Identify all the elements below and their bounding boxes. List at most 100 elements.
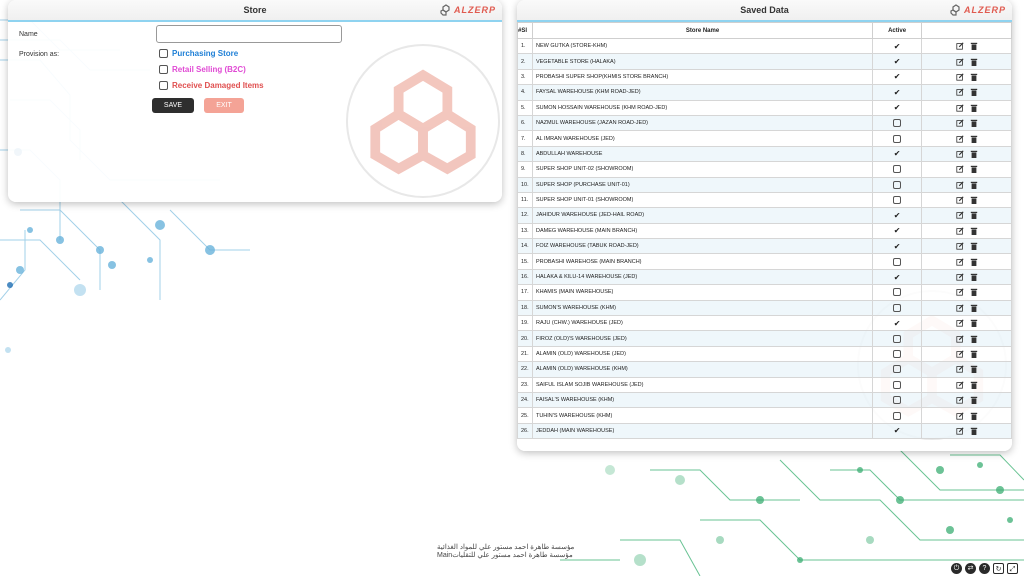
edit-icon[interactable] [955,181,964,189]
edit-icon[interactable] [955,396,964,404]
inactive-checkbox[interactable] [893,288,902,297]
row-active[interactable] [872,299,923,317]
edit-icon[interactable] [955,427,964,435]
row-active[interactable] [872,330,923,347]
row-active[interactable] [872,114,923,132]
active-check-icon[interactable]: ✔ [894,72,901,81]
exit-button[interactable]: EXIT [204,98,244,113]
delete-icon[interactable] [970,335,978,343]
delete-icon[interactable] [970,381,978,389]
delete-icon[interactable] [970,181,978,189]
delete-icon[interactable] [970,135,978,143]
row-active[interactable] [872,391,923,409]
delete-icon[interactable] [970,412,978,420]
help-icon[interactable]: ? [979,563,990,574]
edit-icon[interactable] [955,196,964,204]
inactive-checkbox[interactable] [893,334,902,343]
edit-icon[interactable] [955,304,964,312]
edit-icon[interactable] [955,150,964,158]
row-active[interactable]: ✔ [872,68,923,86]
row-active[interactable] [872,176,923,193]
receive-damaged-checkbox[interactable] [159,81,168,90]
active-check-icon[interactable]: ✔ [894,211,901,220]
delete-icon[interactable] [970,319,978,328]
row-active[interactable] [872,345,923,363]
row-active[interactable]: ✔ [872,145,923,163]
power-icon[interactable]: ⏻ [951,563,962,574]
edit-icon[interactable] [955,411,964,420]
row-active[interactable]: ✔ [872,84,923,101]
option-purchasing-store[interactable]: Purchasing Store [159,49,238,58]
edit-icon[interactable] [955,57,964,66]
edit-icon[interactable] [955,365,964,373]
row-active[interactable]: ✔ [872,422,923,440]
row-active[interactable]: ✔ [872,37,923,55]
delete-icon[interactable] [970,42,978,51]
delete-icon[interactable] [970,119,978,128]
save-button[interactable]: SAVE [152,98,194,113]
inactive-checkbox[interactable] [893,119,902,128]
edit-icon[interactable] [955,42,964,50]
fullscreen-icon[interactable]: ⤢ [1007,563,1018,574]
edit-icon[interactable] [955,335,964,343]
delete-icon[interactable] [970,396,978,405]
row-active[interactable]: ✔ [872,268,923,286]
delete-icon[interactable] [970,350,978,358]
row-active[interactable] [872,130,923,147]
active-check-icon[interactable]: ✔ [894,319,901,328]
edit-icon[interactable] [955,288,964,297]
delete-icon[interactable] [970,288,978,297]
active-check-icon[interactable]: ✔ [894,103,901,112]
delete-icon[interactable] [970,427,978,435]
inactive-checkbox[interactable] [893,365,902,374]
edit-icon[interactable] [955,227,964,235]
row-active[interactable] [872,376,923,393]
row-active[interactable]: ✔ [872,53,923,70]
row-active[interactable]: ✔ [872,207,923,224]
purchasing-store-checkbox[interactable] [159,49,168,58]
active-check-icon[interactable]: ✔ [894,88,901,97]
inactive-checkbox[interactable] [893,396,902,405]
active-check-icon[interactable]: ✔ [894,42,901,51]
edit-icon[interactable] [955,350,964,358]
edit-icon[interactable] [955,273,964,281]
edit-icon[interactable] [955,258,964,266]
active-check-icon[interactable]: ✔ [894,149,901,158]
option-receive-damaged[interactable]: Receive Damaged Items [159,81,264,90]
edit-icon[interactable] [955,211,964,220]
edit-icon[interactable] [955,104,964,112]
delete-icon[interactable] [970,88,978,97]
row-active[interactable] [872,361,923,378]
row-active[interactable] [872,191,923,209]
row-active[interactable]: ✔ [872,238,923,255]
inactive-checkbox[interactable] [893,134,902,143]
row-active[interactable]: ✔ [872,222,923,240]
delete-icon[interactable] [970,273,978,282]
row-active[interactable] [872,161,923,178]
retail-selling-checkbox[interactable] [159,65,168,74]
active-check-icon[interactable]: ✔ [894,57,901,66]
active-check-icon[interactable]: ✔ [894,273,901,282]
edit-icon[interactable] [955,73,964,81]
delete-icon[interactable] [970,211,978,220]
delete-icon[interactable] [970,242,978,251]
row-active[interactable]: ✔ [872,315,923,332]
inactive-checkbox[interactable] [893,303,902,312]
name-input[interactable] [156,25,342,43]
row-active[interactable] [872,284,923,301]
row-active[interactable] [872,253,923,270]
edit-icon[interactable] [955,134,964,143]
delete-icon[interactable] [970,196,978,205]
delete-icon[interactable] [970,304,978,312]
option-retail-selling[interactable]: Retail Selling (B2C) [159,65,246,74]
delete-icon[interactable] [970,365,978,374]
edit-icon[interactable] [955,381,964,389]
edit-icon[interactable] [955,119,964,127]
row-active[interactable] [872,407,923,424]
share-icon[interactable]: ⇄ [965,563,976,574]
delete-icon[interactable] [970,73,978,81]
inactive-checkbox[interactable] [893,350,902,358]
delete-icon[interactable] [970,104,978,112]
edit-icon[interactable] [955,88,964,96]
inactive-checkbox[interactable] [893,165,902,174]
